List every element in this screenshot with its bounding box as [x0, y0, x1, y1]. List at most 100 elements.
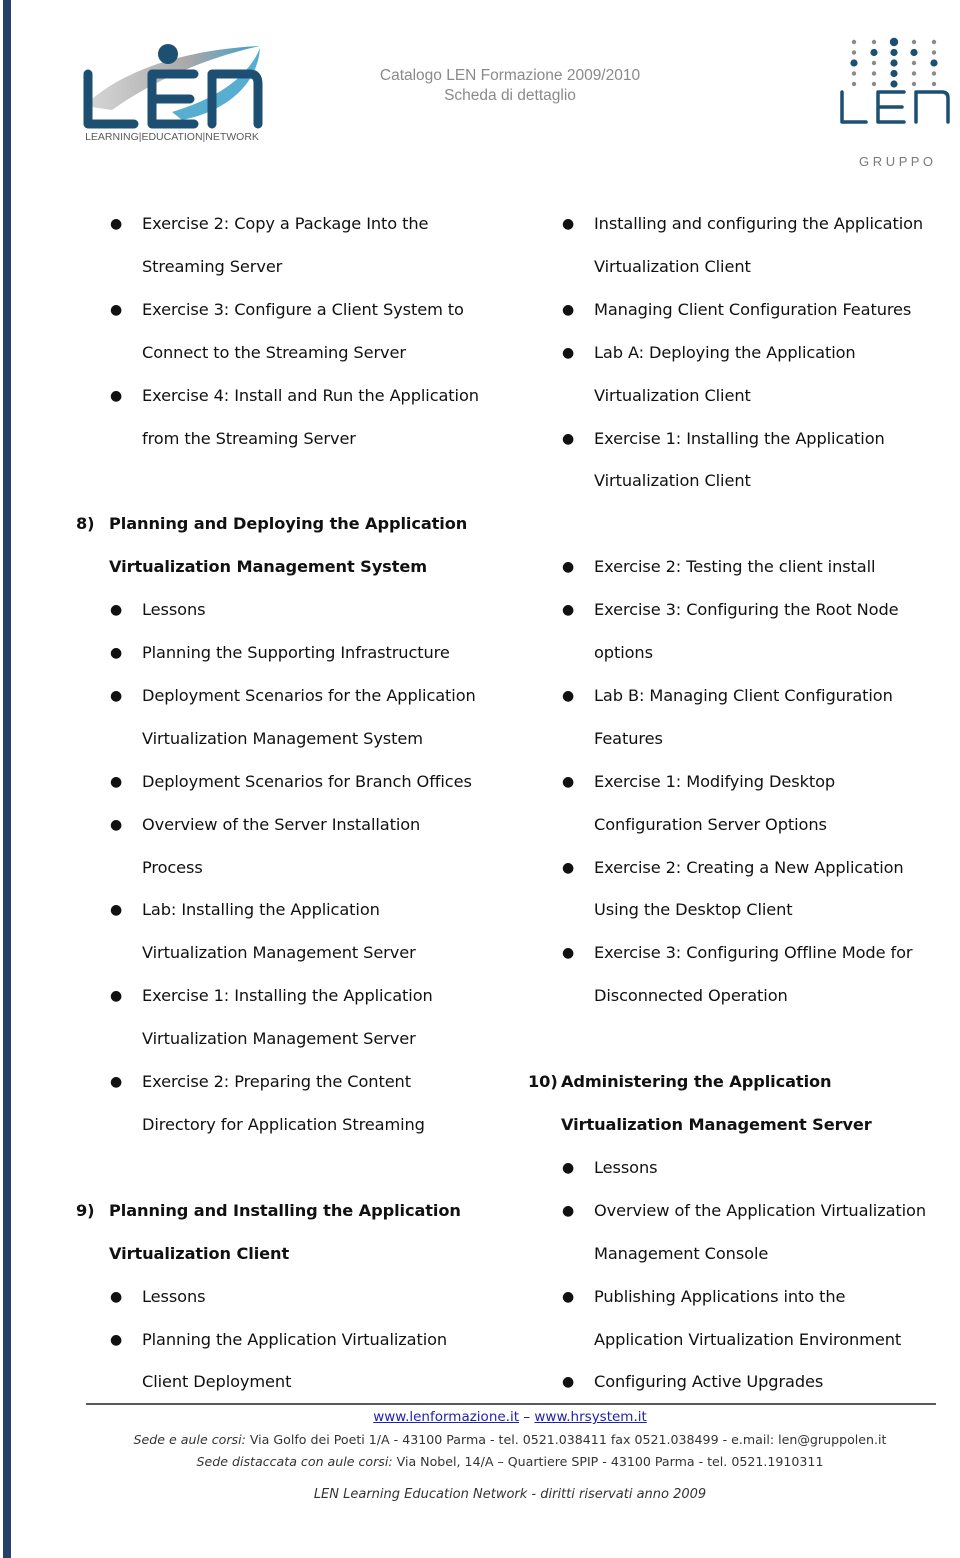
bullet-icon: ● — [562, 1374, 575, 1391]
logo-dot — [850, 59, 858, 67]
gruppo-logo-tagline: G R U P P O — [859, 154, 933, 169]
logo-dot — [890, 80, 898, 88]
logo-dot — [930, 59, 938, 67]
bullet-icon: ● — [110, 602, 123, 619]
hrsystem-link[interactable]: www.hrsystem.it — [534, 1409, 646, 1425]
logo-dot — [851, 50, 857, 55]
left-top-list: ● Exercise 2: Copy a Package Into the Stre… — [76, 203, 516, 460]
section-heading: 10) Administering the Application Virtua… — [528, 1061, 948, 1147]
list-item: ● Lab A: Deploying the Application Virtual… — [528, 332, 948, 418]
bullet-icon: ● — [562, 430, 575, 447]
footer-copyright: LEN Learning Education Network - diritti… — [313, 1487, 707, 1502]
section-heading: 9) Planning and Installing the Applicati… — [76, 1190, 516, 1276]
list-item: ● Managing Client Configuration Features — [528, 289, 948, 332]
section-number: 9) — [76, 1200, 95, 1220]
bullet-icon: ● — [110, 387, 123, 404]
logo-dot — [890, 48, 898, 57]
lenformazione-link[interactable]: www.lenformazione.it — [373, 1409, 519, 1425]
bullet-icon: ● — [110, 1074, 123, 1091]
len-logo: LEARNING|EDUCATION|NETWORK — [83, 44, 263, 143]
logo-dot — [931, 39, 937, 45]
logo-dot — [931, 81, 937, 87]
list-item: ● Lessons — [76, 1276, 516, 1319]
section-number: 8) — [76, 514, 95, 534]
list-item: ● Exercise 2: Copy a Package Into the Stre… — [76, 203, 516, 289]
list-item: ● Exercise 2: Testing the client install — [528, 546, 948, 589]
logo-dot — [910, 48, 918, 57]
list-item: ● Lab B: Managing Client Configuration Fea… — [528, 675, 948, 761]
section-9: 9) Planning and Installing the Applicati… — [76, 1190, 516, 1405]
bullet-icon: ● — [562, 1159, 575, 1176]
list-item: ● Lessons — [528, 1147, 948, 1190]
list-item: ● Lab: Installing the Application Virtuali… — [76, 889, 516, 975]
bullet-icon: ● — [562, 773, 575, 790]
logo-dot — [931, 71, 937, 76]
bullet-icon: ● — [562, 559, 575, 576]
logo-dot — [871, 60, 877, 66]
list-item: ● Exercise 3: Configuring the Root Node op… — [528, 589, 948, 675]
list-item: ● Lessons — [76, 589, 516, 632]
len-gruppo-logo: G R U P P O — [840, 37, 950, 169]
list-item: ● Planning the Supporting Infrastructure — [76, 632, 516, 675]
bullet-icon: ● — [562, 687, 575, 704]
list-item: ● Overview of the Application Virtualizat… — [528, 1190, 948, 1276]
bullet-icon: ● — [110, 988, 123, 1005]
logo-dot — [890, 69, 898, 78]
catalog-subtitle: Scheda di dettaglio — [444, 87, 576, 104]
bullet-icon: ● — [110, 816, 123, 833]
link-separator: – — [519, 1409, 535, 1425]
section-10: 10) Administering the Application Virtua… — [528, 1061, 948, 1404]
list-item: ● Exercise 3: Configuring Offline Mode fo… — [528, 932, 948, 1018]
section-heading: 8) Planning and Deploying the Applicatio… — [76, 503, 516, 589]
bullet-icon: ● — [562, 1202, 575, 1219]
right-mid-list: ● Exercise 2: Testing the client install … — [528, 546, 948, 1018]
page-header-title: Catalogo LEN Formazione 2009/2010 Scheda… — [330, 66, 690, 106]
bullet-icon: ● — [110, 1331, 123, 1348]
logo-dot — [870, 48, 878, 57]
bullet-icon: ● — [110, 645, 123, 662]
page-side-bar — [3, 0, 11, 1558]
footer-address-main: Sede e aule corsi: Via Golfo dei Poeti 1… — [133, 1432, 887, 1447]
bullet-icon: ● — [562, 945, 575, 962]
footer-divider — [86, 1403, 936, 1405]
list-item: ● Publishing Applications into the Applica… — [528, 1276, 948, 1362]
logo-dot — [889, 37, 899, 47]
logo-dot — [871, 39, 877, 45]
logo-dot — [851, 81, 857, 87]
bullet-icon: ● — [562, 859, 575, 876]
list-item: ● Deployment Scenarios for Branch Offices — [76, 761, 516, 804]
logo-dot — [911, 81, 917, 87]
logo-dot — [851, 71, 857, 76]
logo-dot — [931, 50, 937, 55]
list-item: ● Overview of the Server Installation Proc… — [76, 804, 516, 890]
logo-dot — [911, 39, 917, 45]
section-8: 8) Planning and Deploying the Applicatio… — [76, 503, 516, 1147]
catalog-title: Catalogo LEN Formazione 2009/2010 — [379, 67, 641, 84]
logo-dot — [851, 39, 857, 45]
bullet-icon: ● — [562, 1288, 575, 1305]
left-column: ● Exercise 2: Copy a Package Into the Stre… — [76, 203, 516, 1404]
list-item: ● Configuring Active Upgrades — [528, 1361, 948, 1404]
right-column: ● Installing and configuring the Applicat… — [528, 203, 948, 1404]
list-item: ● Planning the Application Virtualization… — [76, 1319, 516, 1405]
bullet-icon: ● — [562, 301, 575, 318]
list-item: ● Exercise 2: Preparing the Content Direct… — [76, 1061, 516, 1147]
list-item: ● Exercise 1: Installing the Application V… — [528, 418, 948, 504]
bullet-icon: ● — [110, 902, 123, 919]
bullet-icon: ● — [110, 687, 123, 704]
bullet-icon: ● — [562, 216, 575, 232]
bullet-icon: ● — [562, 344, 575, 361]
logo-dot — [871, 81, 877, 87]
bullet-icon: ● — [110, 216, 123, 232]
bullet-icon: ● — [110, 773, 123, 790]
right-top-list: ● Installing and configuring the Applicat… — [528, 203, 948, 503]
section-number: 10) — [528, 1072, 558, 1092]
list-item: ● Deployment Scenarios for the Applicatio… — [76, 675, 516, 761]
list-item: ● Exercise 4: Install and Run the Applica… — [76, 375, 516, 461]
bullet-icon: ● — [110, 1288, 123, 1305]
list-item: ● Exercise 1: Modifying Desktop Configurat… — [528, 761, 948, 847]
footer-links: www.lenformazione.it – www.hrsystem.it — [0, 1409, 960, 1425]
len-logo-tagline: LEARNING|EDUCATION|NETWORK — [85, 131, 259, 143]
logo-dot — [911, 71, 917, 76]
footer-address-branch: Sede distaccata con aule corsi: Via Nobe… — [196, 1454, 824, 1469]
